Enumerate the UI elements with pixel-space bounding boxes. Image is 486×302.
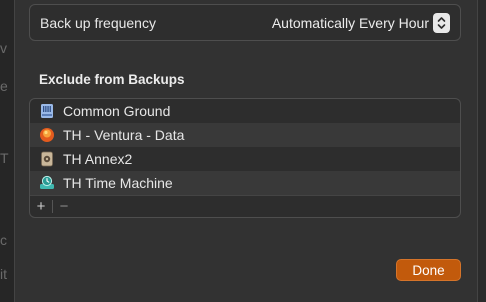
list-item-label: TH - Ventura - Data [63,127,185,143]
background-text: e [0,78,8,94]
background-text: it [0,266,7,282]
done-button[interactable]: Done [396,259,461,281]
chevron-updown-icon[interactable] [433,12,450,33]
drive-icon [39,103,55,119]
backup-frequency-row: Back up frequency Automatically Every Ho… [29,4,461,41]
backup-frequency-value[interactable]: Automatically Every Hour [272,15,429,31]
list-item[interactable]: TH Annex2 [30,147,460,171]
list-footer-bar: + − [30,195,460,217]
exclude-list: Common Ground TH - Ventura - Data TH Ann… [29,98,461,218]
external-disk-icon [39,151,55,167]
list-item[interactable]: TH - Ventura - Data [30,123,460,147]
volume-ball-icon [39,127,55,143]
time-machine-disk-icon [39,175,55,191]
exclude-section-title: Exclude from Backups [39,72,185,87]
background-text: T [0,150,9,166]
list-item-label: TH Annex2 [63,151,133,167]
list-item[interactable]: Common Ground [30,99,460,123]
remove-button[interactable]: − [53,197,75,217]
backup-options-sheet: Back up frequency Automatically Every Ho… [14,0,478,302]
list-item-label: Common Ground [63,103,171,119]
background-text: v [0,40,7,56]
list-item[interactable]: TH Time Machine [30,171,460,195]
add-button[interactable]: + [30,197,52,217]
backup-frequency-label: Back up frequency [40,14,156,31]
list-item-label: TH Time Machine [63,175,173,191]
background-text: c [0,232,7,248]
background-window-strip: v e T c it [0,0,14,302]
backup-frequency-popup[interactable]: Automatically Every Hour [272,12,450,33]
